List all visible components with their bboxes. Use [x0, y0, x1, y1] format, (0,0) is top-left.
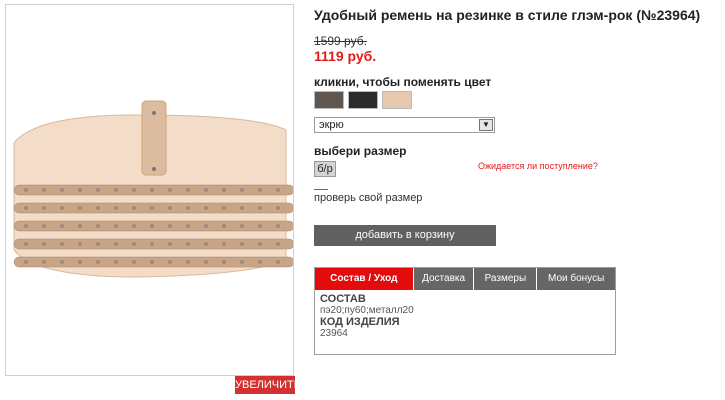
product-photo[interactable] — [5, 4, 295, 376]
product-tabs: Состав / Уход Доставка Размеры Мои бонус… — [314, 267, 616, 355]
code-title: КОД ИЗДЕЛИЯ — [320, 316, 400, 328]
color-select-value: экрю — [319, 119, 344, 131]
color-swatches — [314, 91, 412, 109]
old-price: 1599 руб. — [314, 34, 367, 48]
tab-composition[interactable]: Состав / Уход — [315, 268, 413, 290]
size-label: выбери размер — [314, 144, 407, 158]
check-size-link[interactable]: проверь свой размер — [314, 192, 422, 204]
tab-bar: Состав / Уход Доставка Размеры Мои бонус… — [315, 268, 615, 290]
tab-content: СОСТАВ пэ20;пу60;металл20 КОД ИЗДЕЛИЯ 23… — [315, 290, 615, 342]
size-option[interactable]: б/р — [314, 161, 336, 177]
composition-title: СОСТАВ — [320, 293, 366, 305]
color-select[interactable]: экрю ▼ — [314, 117, 495, 133]
color-swatch-3[interactable] — [382, 91, 412, 109]
tab-sizes[interactable]: Размеры — [474, 268, 537, 290]
code-value: 23964 — [320, 328, 348, 339]
new-price: 1119 руб. — [314, 48, 377, 64]
color-swatch-1[interactable] — [314, 91, 344, 109]
tab-bonuses[interactable]: Мои бонусы — [537, 268, 615, 290]
chevron-down-icon[interactable]: ▼ — [479, 119, 493, 131]
add-to-cart-button[interactable]: добавить в корзину — [314, 225, 496, 246]
color-swatch-2[interactable] — [348, 91, 378, 109]
product-title: Удобный ремень на резинке в стиле глэм-р… — [314, 7, 701, 23]
tab-delivery[interactable]: Доставка — [413, 268, 474, 290]
expect-restock-link[interactable]: Ожидается ли поступление? — [478, 161, 598, 171]
color-label: кликни, чтобы поменять цвет — [314, 75, 492, 89]
belt-image — [13, 100, 295, 278]
composition-value: пэ20;пу60;металл20 — [320, 305, 414, 316]
ruler-icon — [314, 184, 328, 190]
zoom-button[interactable]: УВЕЛИЧИТЬ — [235, 376, 301, 394]
